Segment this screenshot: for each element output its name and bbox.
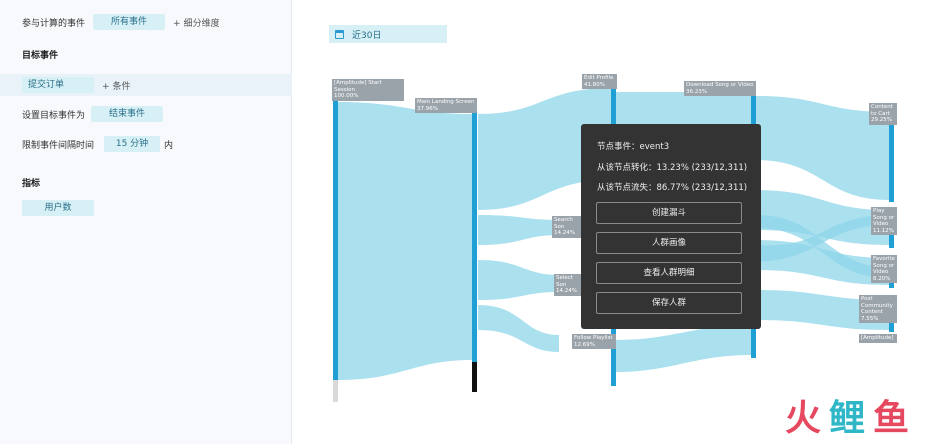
add-dimension-link[interactable]: + 细分维度 [173, 16, 220, 29]
main-area: 近30日 [Amplitude] Start Session 100.00% M… [293, 0, 943, 444]
metric-row: 用户数 [22, 200, 94, 216]
target-section-title: 目标事件 [22, 51, 59, 61]
target-event-row: 提交订单 + 条件 [22, 77, 131, 93]
set-target-select[interactable]: 结束事件 [91, 106, 164, 122]
watermark-logo: 火 鲤 鱼 [785, 394, 917, 438]
node-bar-start[interactable] [333, 100, 338, 380]
events-select[interactable]: 所有事件 [93, 14, 166, 30]
node-label-amplitude-end: [Amplitude] [859, 334, 897, 343]
node-label-cart: Content to Cart 29.25% [869, 103, 897, 125]
node-label-favorite: Favorite Song or Video 8.20% [871, 255, 897, 283]
node-label-download: Download Song or Video 36.23% [684, 81, 756, 96]
target-event-select[interactable]: 提交订单 [22, 77, 94, 93]
events-row: 参与计算的事件 所有事件 + 细分维度 [22, 14, 220, 30]
node-bar-cart[interactable] [889, 112, 894, 202]
persona-button[interactable]: 人群画像 [596, 232, 742, 254]
node-tooltip: 节点事件：event3 从该节点转化：13.23% (233/12,311) 从… [581, 124, 761, 329]
node-bar-landing-drop [472, 362, 477, 392]
node-bar-start-drop [333, 380, 338, 402]
tooltip-conversion: 从该节点转化：13.23% (233/12,311) [597, 163, 748, 173]
node-label-play: Play Song or Video 11.12% [871, 207, 897, 235]
svg-text:火: 火 [785, 398, 821, 438]
interval-label: 限制事件间隔时间 [22, 140, 95, 151]
flow-landing-follow [478, 305, 559, 352]
flow-follow-next [615, 325, 751, 372]
node-label-post: Post Community Content 7.55% [859, 295, 897, 323]
svg-text:鲤: 鲤 [829, 398, 865, 438]
metric-select[interactable]: 用户数 [22, 200, 94, 216]
node-label-landing: Main Landing Screen 37.96% [415, 98, 477, 113]
interval-row: 限制事件间隔时间 15 分钟 内 [22, 136, 173, 152]
flow-landing-select [478, 260, 559, 300]
set-target-row: 设置目标事件为 结束事件 [22, 106, 164, 122]
set-target-label: 设置目标事件为 [22, 110, 86, 121]
node-label-start: [Amplitude] Start Session 100.00% [332, 79, 404, 101]
create-funnel-button[interactable]: 创建漏斗 [596, 202, 742, 224]
tooltip-node-event: 节点事件：event3 [597, 142, 670, 152]
flow-landing-search [478, 215, 559, 245]
view-crowd-detail-button[interactable]: 查看人群明细 [596, 262, 742, 284]
tooltip-churn: 从该节点流失：86.77% (233/12,311) [597, 183, 748, 193]
svg-text:鱼: 鱼 [873, 398, 909, 438]
interval-input[interactable]: 15 分钟 [104, 136, 161, 152]
watermark-logo-image: 火 鲤 鱼 [785, 398, 909, 438]
node-label-follow: Follow Playlist 12.69% [572, 334, 616, 349]
add-condition-link[interactable]: + 条件 [102, 79, 131, 92]
events-label: 参与计算的事件 [22, 18, 86, 29]
node-label-edit: Edit Profile 41.80% [582, 74, 617, 89]
config-panel: 参与计算的事件 所有事件 + 细分维度 目标事件 提交订单 + 条件 设置目标事件为… [0, 0, 292, 444]
node-bar-landing[interactable] [472, 112, 477, 362]
flow-start-landing [337, 102, 472, 380]
save-crowd-button[interactable]: 保存人群 [596, 292, 742, 314]
metric-section-title: 指标 [22, 179, 41, 189]
interval-suffix: 内 [164, 140, 174, 151]
